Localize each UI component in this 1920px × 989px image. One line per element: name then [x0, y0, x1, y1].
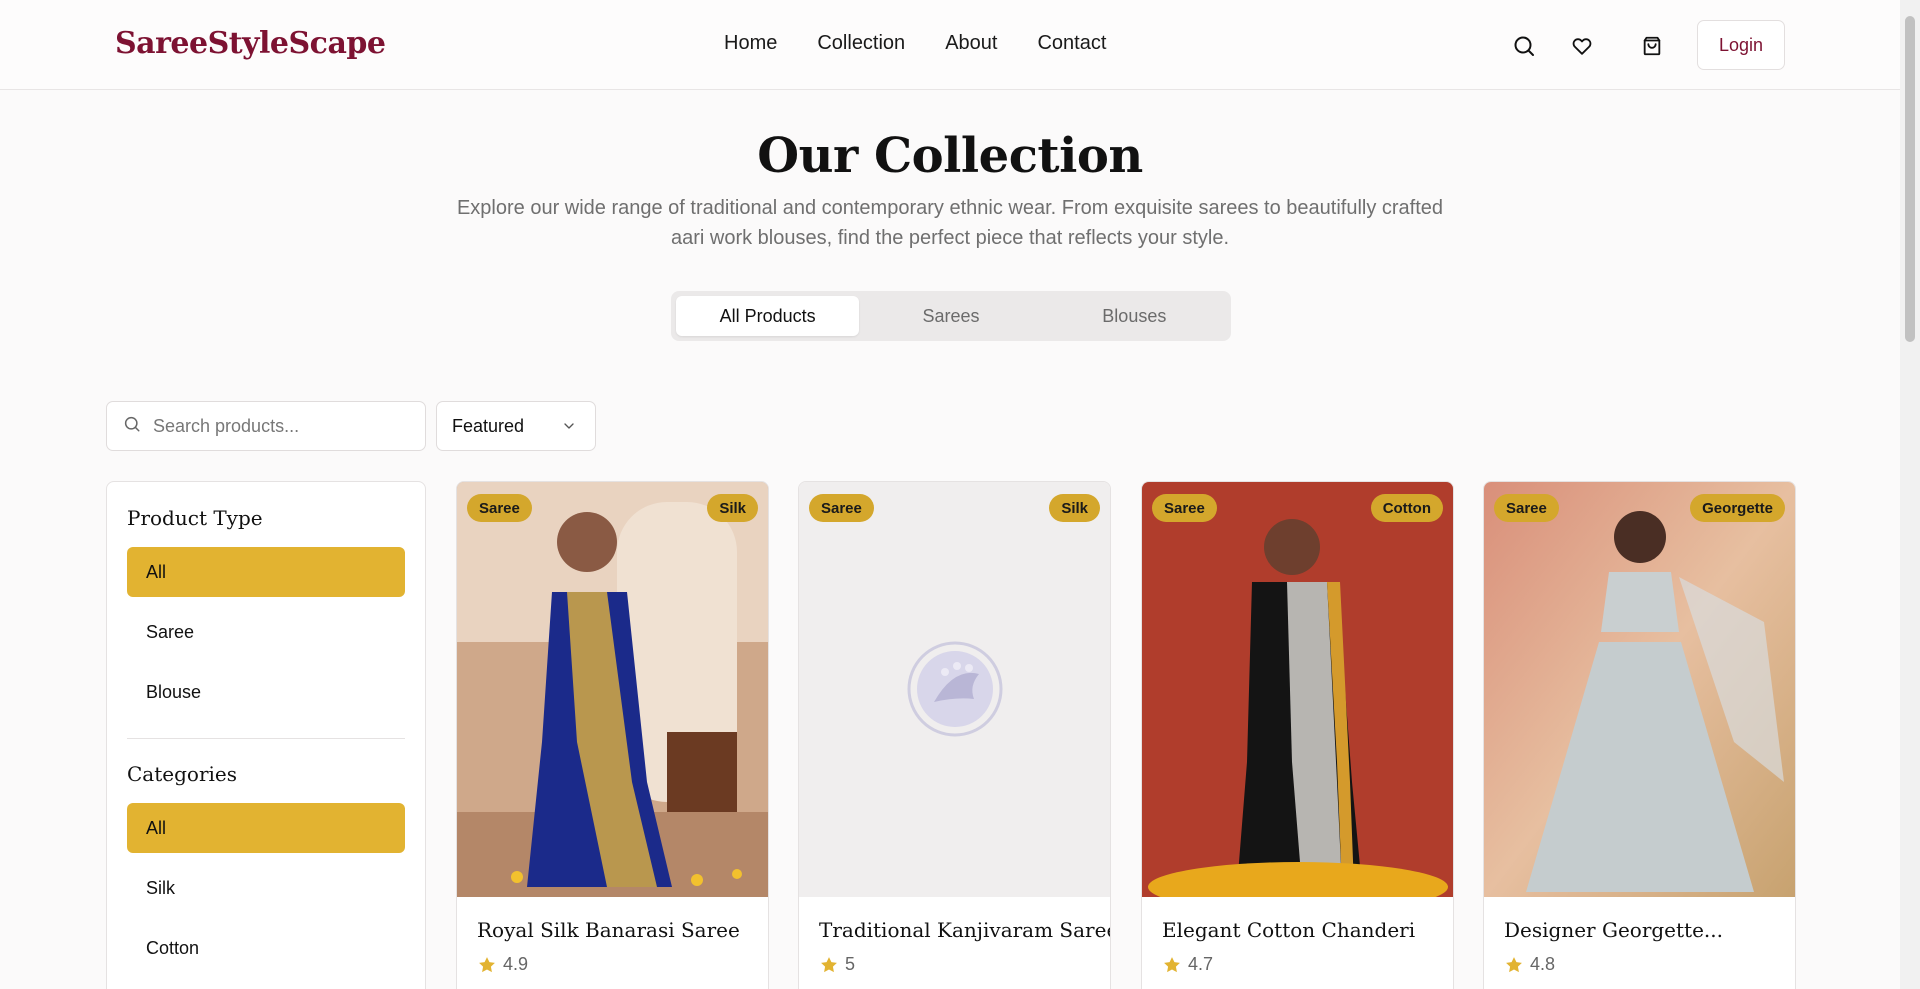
sort-value: Featured	[452, 415, 525, 436]
product-name[interactable]: Royal Silk Banarasi Saree	[477, 918, 740, 942]
heart-icon[interactable]	[1566, 30, 1598, 62]
search-box	[106, 401, 426, 451]
page-scrollbar[interactable]	[1900, 0, 1920, 989]
type-badge: Saree	[1152, 494, 1217, 522]
type-badge: Saree	[467, 494, 532, 522]
page-title: Our Collection	[757, 128, 1143, 184]
rating-value: 4.8	[1530, 954, 1556, 974]
sort-select[interactable]: Featured	[436, 401, 596, 451]
search-field-icon	[123, 415, 141, 438]
material-badge: Silk	[1049, 494, 1100, 522]
material-badge: Georgette	[1690, 494, 1785, 522]
shopping-bag-icon[interactable]	[1636, 30, 1668, 62]
product-rating: 5	[819, 954, 855, 975]
material-badge: Silk	[707, 494, 758, 522]
product-name[interactable]: Elegant Cotton Chanderi	[1162, 918, 1415, 942]
search-icon[interactable]	[1508, 30, 1540, 62]
product-image[interactable]	[457, 482, 768, 897]
category-silk[interactable]: Silk	[127, 863, 405, 913]
tab-blouses[interactable]: Blouses	[1043, 296, 1226, 336]
type-badge: Saree	[809, 494, 874, 522]
nav-contact[interactable]: Contact	[1037, 32, 1106, 55]
login-button[interactable]: Login	[1697, 20, 1785, 70]
product-rating: 4.8	[1504, 954, 1555, 975]
site-logo[interactable]: SareeStyleScape	[115, 26, 386, 61]
star-icon	[1506, 956, 1522, 972]
page-subtitle: Explore our wide range of traditional an…	[456, 197, 1444, 249]
product-rating: 4.7	[1162, 954, 1213, 975]
nav-about[interactable]: About	[945, 32, 997, 55]
product-name[interactable]: Designer Georgette...	[1504, 918, 1723, 942]
product-image-placeholder[interactable]	[799, 482, 1110, 897]
rating-value: 4.7	[1188, 954, 1214, 974]
tab-sarees[interactable]: Sarees	[859, 296, 1042, 336]
site-header: SareeStyleScape Home Collection About Co…	[0, 0, 1900, 90]
sidebar-divider	[127, 738, 405, 739]
categories-heading: Categories	[127, 762, 237, 786]
rating-value: 5	[845, 954, 856, 974]
product-card[interactable]: Saree Georgette Designer Georgette... 4.…	[1483, 481, 1796, 989]
product-image[interactable]	[1142, 482, 1453, 897]
nav-home[interactable]: Home	[724, 32, 777, 55]
chevron-down-icon	[561, 418, 577, 439]
scrollbar-thumb[interactable]	[1905, 16, 1915, 342]
product-card[interactable]: Saree Silk Royal Silk Banarasi Saree 4.9	[456, 481, 769, 989]
filter-sidebar: Product Type All Saree Blouse Categories…	[106, 481, 426, 989]
product-tabs: All Products Sarees Blouses	[671, 291, 1231, 341]
material-badge: Cotton	[1370, 494, 1443, 522]
nav-collection[interactable]: Collection	[817, 32, 905, 55]
category-all[interactable]: All	[127, 803, 405, 853]
product-card[interactable]: Saree Silk Traditional Kanjivaram Saree …	[798, 481, 1111, 989]
product-rating: 4.9	[477, 954, 528, 975]
product-image[interactable]	[1484, 482, 1795, 897]
star-icon	[821, 956, 837, 972]
main-nav: Home Collection About Contact	[724, 32, 1146, 55]
type-badge: Saree	[1494, 494, 1559, 522]
rating-value: 4.9	[503, 954, 529, 974]
product-type-blouse[interactable]: Blouse	[127, 667, 405, 717]
star-icon	[479, 956, 495, 972]
search-input[interactable]	[153, 415, 393, 437]
product-name[interactable]: Traditional Kanjivaram Saree	[819, 918, 1110, 942]
product-type-heading: Product Type	[127, 506, 263, 530]
product-card[interactable]: Saree Cotton Elegant Cotton Chanderi 4.7	[1141, 481, 1454, 989]
product-type-all[interactable]: All	[127, 547, 405, 597]
product-type-saree[interactable]: Saree	[127, 607, 405, 657]
tab-all-products[interactable]: All Products	[676, 296, 860, 336]
category-cotton[interactable]: Cotton	[127, 923, 405, 973]
star-icon	[1164, 956, 1180, 972]
